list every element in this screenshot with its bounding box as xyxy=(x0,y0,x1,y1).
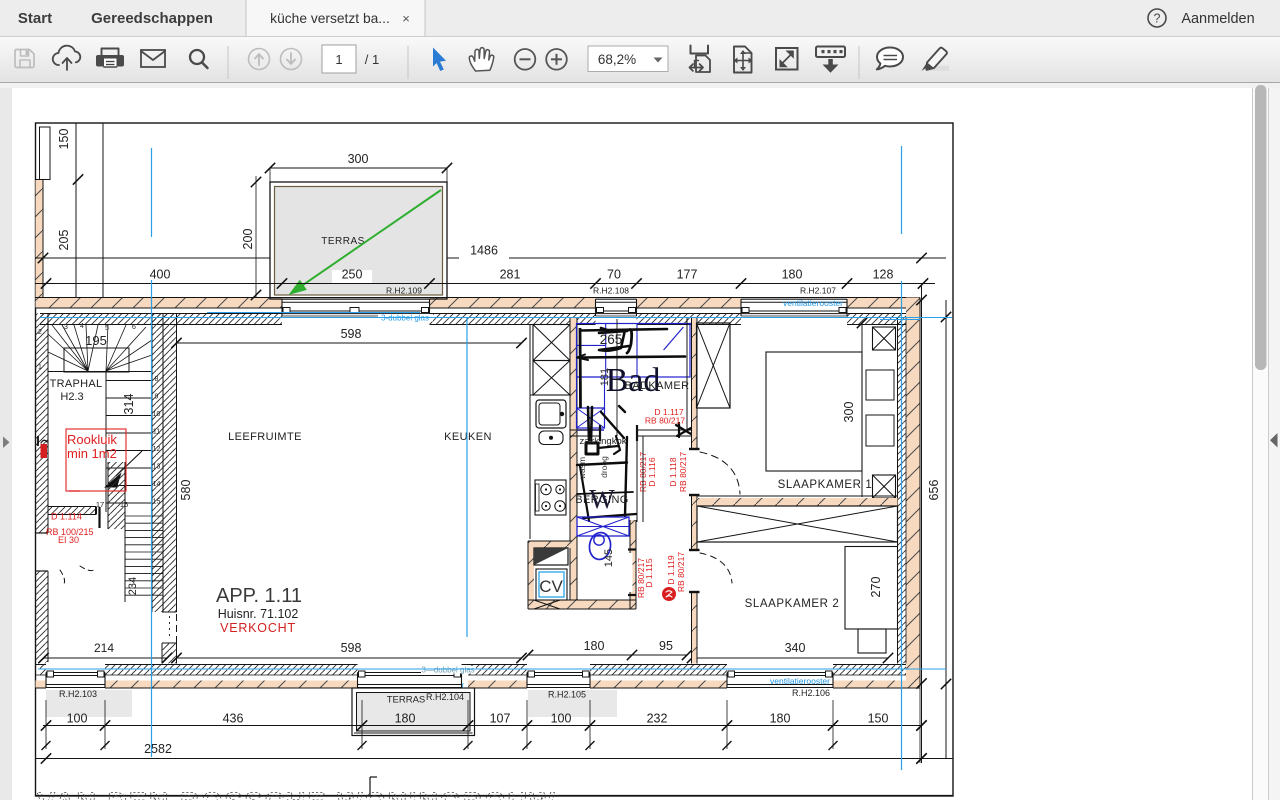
svg-text:150: 150 xyxy=(868,712,889,726)
svg-text:D 1.115: D 1.115 xyxy=(644,558,654,587)
svg-text:zakkingkok: zakkingkok xyxy=(580,436,627,447)
svg-text:VAN DEN BOSSCHE WONINGBOUW: VAN DEN BOSSCHE WONINGBOUW xyxy=(37,787,557,800)
svg-text:232: 232 xyxy=(647,712,668,726)
svg-text:205: 205 xyxy=(57,230,71,251)
svg-text:RB 80/217: RB 80/217 xyxy=(676,552,686,592)
svg-text:436: 436 xyxy=(223,712,244,726)
svg-text:EI 30: EI 30 xyxy=(58,535,79,545)
svg-text:CV: CV xyxy=(539,577,563,596)
svg-text:100: 100 xyxy=(551,712,572,726)
svg-text:1: 1 xyxy=(335,52,342,67)
svg-text:340: 340 xyxy=(785,641,806,655)
svg-text:VERKOCHT: VERKOCHT xyxy=(220,621,296,635)
svg-text:D 1.119: D 1.119 xyxy=(666,555,676,584)
svg-text:D 1.116: D 1.116 xyxy=(647,457,657,486)
svg-text:4: 4 xyxy=(80,323,84,330)
svg-text:D 1.118: D 1.118 xyxy=(668,457,678,486)
svg-text:265: 265 xyxy=(600,332,623,347)
svg-text:150: 150 xyxy=(57,129,71,150)
svg-text:KEUKEN: KEUKEN xyxy=(444,431,492,443)
svg-text:TRAPHAL: TRAPHAL xyxy=(50,378,103,390)
svg-text:12: 12 xyxy=(153,446,161,453)
svg-text:2: 2 xyxy=(38,329,42,336)
svg-text:RB 80/217: RB 80/217 xyxy=(678,452,688,492)
svg-text:1486: 1486 xyxy=(470,244,498,258)
svg-text:68,2%: 68,2% xyxy=(598,52,636,67)
svg-text:D 1.114: D 1.114 xyxy=(51,512,82,522)
svg-text:95: 95 xyxy=(659,639,673,653)
svg-text:107: 107 xyxy=(490,712,511,726)
svg-text:Start: Start xyxy=(18,10,52,27)
svg-text:2582: 2582 xyxy=(144,742,172,756)
svg-text:15: 15 xyxy=(153,499,161,506)
svg-text:598: 598 xyxy=(341,641,362,655)
svg-text:droog: droog xyxy=(599,456,609,478)
svg-text:R.H2.106: R.H2.106 xyxy=(792,688,830,698)
svg-text:145: 145 xyxy=(603,549,615,567)
svg-text:13: 13 xyxy=(153,464,161,471)
svg-text:181: 181 xyxy=(599,368,611,386)
svg-text:W: W xyxy=(589,484,615,514)
svg-text:9: 9 xyxy=(155,394,159,401)
svg-text:R.H2.107: R.H2.107 xyxy=(800,286,836,296)
svg-text:281: 281 xyxy=(500,268,521,282)
svg-text:R.H2.108: R.H2.108 xyxy=(593,286,629,296)
svg-text:180: 180 xyxy=(395,712,416,726)
svg-text:5: 5 xyxy=(105,325,109,332)
svg-text:R.H2.109: R.H2.109 xyxy=(386,286,422,296)
svg-text:/ 1: / 1 xyxy=(365,52,379,67)
svg-text:R.H2.105: R.H2.105 xyxy=(548,690,586,700)
svg-text:ventilatierooster: ventilatierooster xyxy=(783,298,843,308)
svg-text:3—dubbel glas: 3—dubbel glas xyxy=(421,666,474,675)
svg-text:?: ? xyxy=(1154,12,1161,26)
svg-text:BADKAMER: BADKAMER xyxy=(625,380,690,392)
svg-text:70: 70 xyxy=(607,268,621,282)
svg-text:300: 300 xyxy=(348,152,369,166)
svg-text:100: 100 xyxy=(67,712,88,726)
svg-text:küche versetzt ba...: küche versetzt ba... xyxy=(270,11,390,26)
svg-text:180: 180 xyxy=(770,712,791,726)
svg-text:H2.3: H2.3 xyxy=(60,391,83,403)
svg-text:200: 200 xyxy=(241,229,255,250)
svg-text:TERRAS: TERRAS xyxy=(321,236,365,247)
svg-text:SLAAPKAMER 1: SLAAPKAMER 1 xyxy=(778,479,873,491)
svg-text:270: 270 xyxy=(869,577,883,598)
svg-text:180: 180 xyxy=(782,268,803,282)
svg-text:3: 3 xyxy=(64,324,68,331)
svg-text:8: 8 xyxy=(155,376,159,383)
svg-text:656: 656 xyxy=(927,480,941,501)
svg-text:APP. 1.11: APP. 1.11 xyxy=(216,585,302,607)
svg-text:234: 234 xyxy=(127,577,139,595)
svg-text:Huisnr. 71.102: Huisnr. 71.102 xyxy=(218,607,299,621)
svg-text:14: 14 xyxy=(153,481,161,488)
svg-text:SLAAPKAMER 2: SLAAPKAMER 2 xyxy=(745,598,840,610)
svg-text:128: 128 xyxy=(873,268,894,282)
svg-text:195: 195 xyxy=(85,333,107,348)
svg-text:RB 80/217: RB 80/217 xyxy=(645,416,685,426)
svg-text:180: 180 xyxy=(584,639,605,653)
svg-text:214: 214 xyxy=(94,641,114,655)
svg-text:580: 580 xyxy=(179,480,193,501)
svg-text:250: 250 xyxy=(342,268,363,282)
svg-text:Aanmelden: Aanmelden xyxy=(1181,11,1254,27)
svg-text:11: 11 xyxy=(153,429,160,436)
svg-text:1: 1 xyxy=(38,364,42,371)
svg-text:TERRAS: TERRAS xyxy=(387,695,426,706)
svg-text:Rookluik: Rookluik xyxy=(67,432,117,447)
svg-text:6: 6 xyxy=(132,324,136,331)
svg-text:300: 300 xyxy=(842,402,856,423)
svg-text:400: 400 xyxy=(150,268,171,282)
svg-text:R.H2.104: R.H2.104 xyxy=(426,692,464,702)
svg-text:314: 314 xyxy=(122,394,136,415)
svg-text:×: × xyxy=(402,11,410,26)
svg-text:min 1m2: min 1m2 xyxy=(67,446,117,461)
svg-text:177: 177 xyxy=(677,268,698,282)
svg-text:ventilatierooster: ventilatierooster xyxy=(770,676,830,686)
svg-text:10: 10 xyxy=(153,411,161,418)
svg-text:R.H2.103: R.H2.103 xyxy=(59,689,97,699)
svg-text:Gereedschappen: Gereedschappen xyxy=(91,10,213,27)
svg-text:wasm: wasm xyxy=(577,457,587,480)
svg-text:LEEFRUIMTE: LEEFRUIMTE xyxy=(228,431,302,443)
svg-text:598: 598 xyxy=(341,327,362,341)
